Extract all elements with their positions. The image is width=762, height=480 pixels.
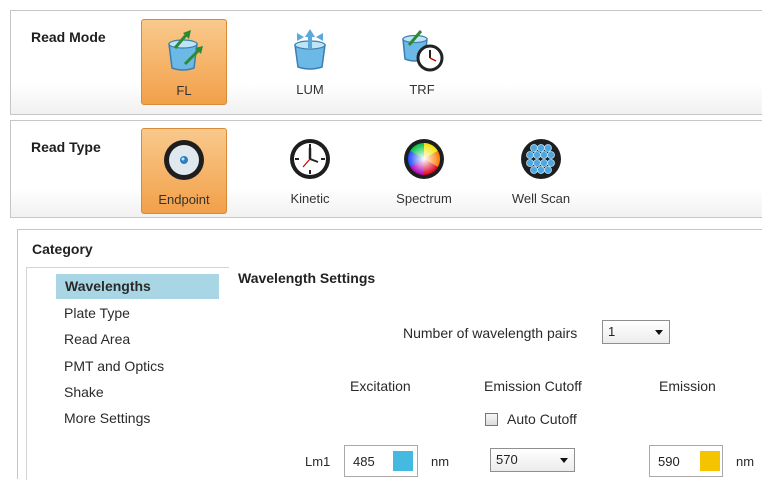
read-mode-trf-button[interactable]: TRF xyxy=(379,19,465,105)
wavelength-settings-title: Wavelength Settings xyxy=(238,270,376,286)
read-mode-trf-label: TRF xyxy=(409,82,435,97)
category-item-plate-type[interactable]: Plate Type xyxy=(55,301,217,326)
trf-mode-icon xyxy=(402,30,444,72)
read-mode-lum-label: LUM xyxy=(296,82,324,97)
read-mode-title: Read Mode xyxy=(31,29,106,45)
chevron-down-icon xyxy=(560,458,568,463)
category-item-more-settings[interactable]: More Settings xyxy=(55,406,217,431)
category-item-pmt-and-optics[interactable]: PMT and Optics xyxy=(55,354,217,379)
well-plate-icon xyxy=(521,139,561,179)
read-type-endpoint-label: Endpoint xyxy=(158,192,210,207)
fl-mode-icon xyxy=(168,30,203,71)
read-mode-panel: Read Mode FL LUM TRF xyxy=(10,10,762,115)
emission-value: 590 xyxy=(658,454,680,469)
emission-cutoff-value: 570 xyxy=(496,452,518,467)
auto-cutoff-checkbox[interactable] xyxy=(485,413,498,426)
read-mode-lum-button[interactable]: LUM xyxy=(267,19,353,105)
excitation-header: Excitation xyxy=(350,378,411,394)
read-type-well-scan-label: Well Scan xyxy=(511,191,571,206)
category-panel: Category Wavelengths Plate Type Read Are… xyxy=(17,229,762,480)
color-wheel-icon xyxy=(404,139,444,179)
category-item-wavelengths[interactable]: Wavelengths xyxy=(56,274,219,299)
emission-unit: nm xyxy=(736,454,755,469)
lum-mode-icon xyxy=(294,29,326,70)
emission-input[interactable]: 590 xyxy=(649,445,723,477)
excitation-input[interactable]: 485 xyxy=(344,445,418,477)
category-item-read-area[interactable]: Read Area xyxy=(55,327,217,352)
wavelength-pairs-select[interactable]: 1 xyxy=(602,320,670,344)
emission-header: Emission xyxy=(659,378,716,394)
emission-color-swatch xyxy=(700,451,720,471)
excitation-value: 485 xyxy=(353,454,375,469)
read-type-panel: Read Type Endpoint Kinetic Spectrum Well… xyxy=(10,120,762,218)
excitation-color-swatch xyxy=(393,451,413,471)
excitation-unit: nm xyxy=(431,454,450,469)
read-type-kinetic-label: Kinetic xyxy=(290,191,330,206)
endpoint-icon xyxy=(164,140,204,180)
wavelength-pairs-label: Number of wavelength pairs xyxy=(403,325,578,341)
auto-cutoff-label: Auto Cutoff xyxy=(507,411,577,427)
read-type-well-scan-button[interactable]: Well Scan xyxy=(498,128,584,214)
lm1-row-label: Lm1 xyxy=(305,454,331,469)
clock-icon xyxy=(290,139,330,179)
read-type-spectrum-label: Spectrum xyxy=(396,191,452,206)
wavelength-pairs-value: 1 xyxy=(608,324,616,339)
read-type-endpoint-button[interactable]: Endpoint xyxy=(141,128,227,214)
chevron-down-icon xyxy=(655,330,663,335)
category-list: Wavelengths Plate Type Read Area PMT and… xyxy=(26,267,229,480)
read-type-spectrum-button[interactable]: Spectrum xyxy=(381,128,467,214)
emission-cutoff-select[interactable]: 570 xyxy=(490,448,575,472)
emission-cutoff-header: Emission Cutoff xyxy=(484,378,582,394)
category-item-shake[interactable]: Shake xyxy=(55,380,217,405)
read-type-title: Read Type xyxy=(31,139,101,155)
read-mode-fl-button[interactable]: FL xyxy=(141,19,227,105)
read-type-kinetic-button[interactable]: Kinetic xyxy=(267,128,353,214)
category-title: Category xyxy=(32,241,93,257)
read-mode-fl-label: FL xyxy=(176,83,192,98)
